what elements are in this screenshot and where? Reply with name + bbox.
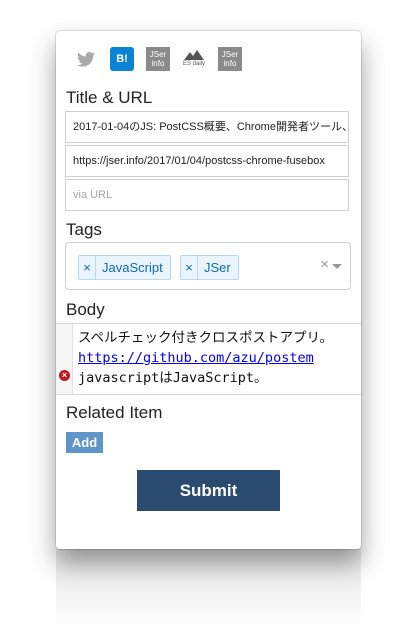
body-editor[interactable]: × スペルチェック付きクロスポストアプリ。 https://github.com…	[56, 323, 361, 395]
tag-chip[interactable]: × JavaScript	[78, 255, 171, 280]
via-url-input[interactable]: via URL	[65, 179, 349, 211]
clear-tags-icon[interactable]: ×	[320, 256, 329, 273]
url-input[interactable]: https://jser.info/2017/01/04/postcss-chr…	[65, 145, 349, 177]
es-daily-icon[interactable]: ES daily	[182, 47, 206, 71]
editor-content[interactable]: スペルチェック付きクロスポストアプリ。 https://github.com/a…	[78, 328, 333, 388]
tag-remove-icon[interactable]: ×	[79, 256, 96, 279]
es-daily-label: ES daily	[182, 60, 205, 67]
title-url-heading: Title & URL	[66, 88, 153, 107]
jser-info-icon-2[interactable]: JSer info	[218, 47, 242, 71]
jser-line2: info	[151, 59, 165, 68]
tags-heading: Tags	[66, 220, 102, 239]
add-related-button[interactable]: Add	[66, 432, 103, 453]
body-link[interactable]: https://github.com/azu/postem	[78, 348, 333, 368]
window-shadow	[56, 549, 361, 630]
tags-select[interactable]: × JavaScript × JSer ×	[65, 242, 351, 290]
jser-line1-2: JSer	[221, 50, 239, 59]
mountain-icon	[184, 49, 204, 60]
jser-line2-2: info	[223, 59, 237, 68]
body-line: スペルチェック付きクロスポストアプリ。	[78, 330, 334, 346]
tag-label: JSer	[204, 260, 231, 275]
jser-info-label: JSer info	[150, 50, 166, 68]
jser-line1: JSer	[149, 50, 167, 59]
tag-remove-icon[interactable]: ×	[181, 256, 198, 279]
editor-gutter: ×	[56, 324, 73, 394]
dropdown-arrow-icon[interactable]	[332, 264, 342, 269]
body-line: javascriptはJavaScript。	[78, 370, 268, 386]
related-item-heading: Related Item	[66, 403, 163, 422]
service-toolbar: B! JSer info ES daily JSer info	[74, 46, 242, 72]
twitter-icon[interactable]	[74, 47, 98, 71]
body-heading: Body	[66, 300, 105, 319]
jser-info-label-2: JSer info	[222, 50, 238, 68]
tag-label: JavaScript	[102, 260, 163, 275]
app-window: B! JSer info ES daily JSer info Title & …	[56, 31, 361, 549]
twitter-bird-shape	[77, 51, 95, 67]
jser-info-icon[interactable]: JSer info	[146, 47, 170, 71]
submit-button[interactable]: Submit	[137, 470, 280, 511]
tag-chip[interactable]: × JSer	[180, 255, 239, 280]
hatena-bookmark-icon[interactable]: B!	[110, 47, 134, 71]
title-input[interactable]: 2017-01-04のJS: PostCSS概要、Chrome開発者ツール、	[65, 111, 349, 143]
error-icon: ×	[59, 370, 70, 381]
